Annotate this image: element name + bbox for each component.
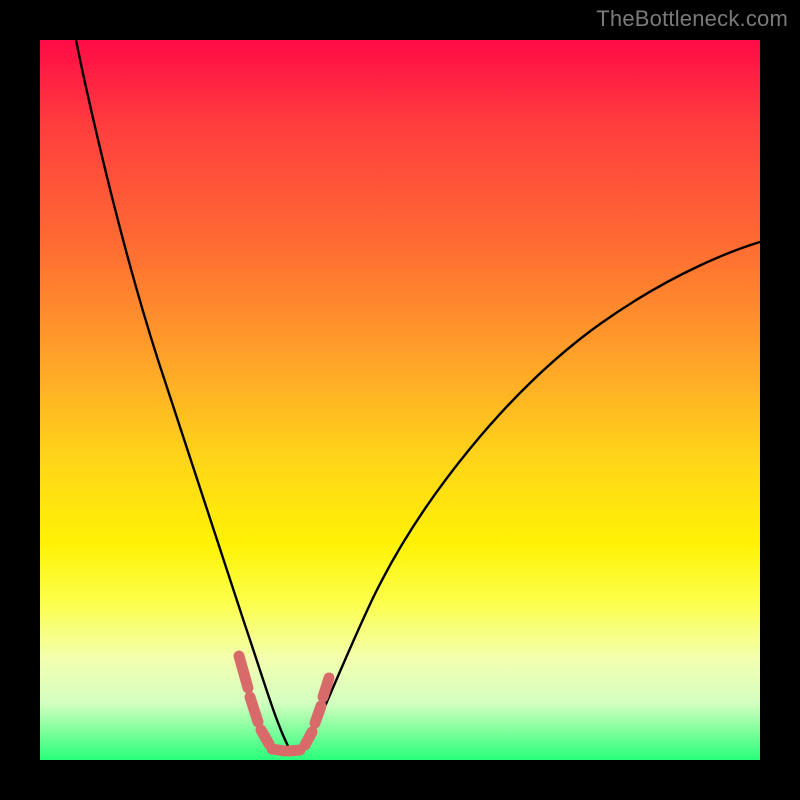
bottleneck-curve [76,40,760,754]
chart-frame: TheBottleneck.com [0,0,800,800]
watermark-text: TheBottleneck.com [596,6,788,32]
curve-layer [40,40,760,760]
plot-area [40,40,760,760]
